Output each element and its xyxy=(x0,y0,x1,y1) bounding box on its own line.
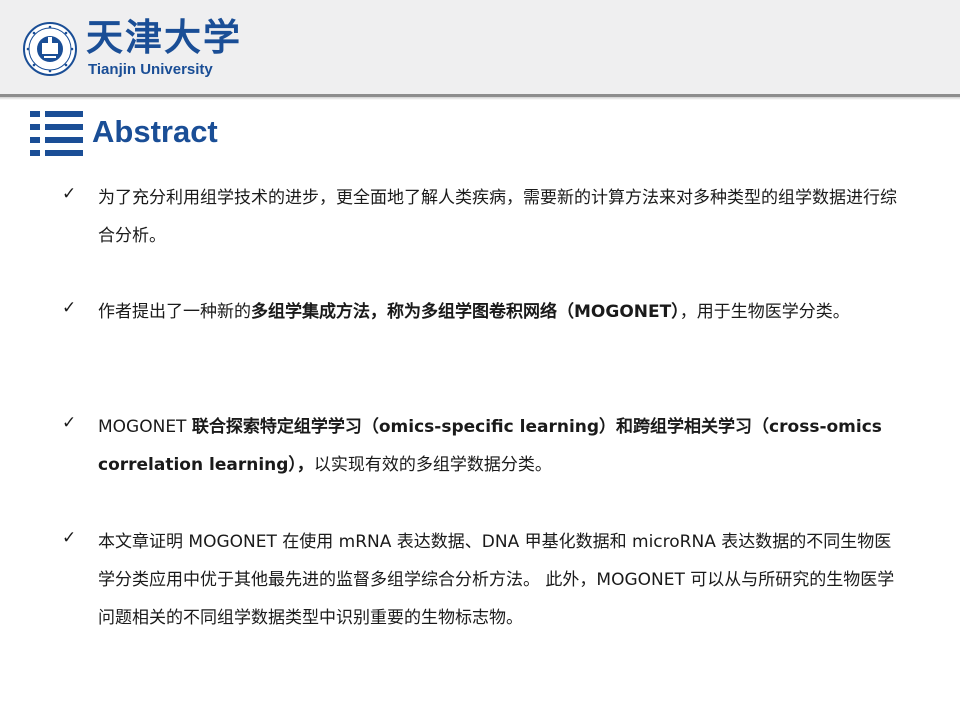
bullet-emphasis-text: 多组学集成方法，称为多组学图卷积网络（MOGONET） xyxy=(251,302,680,322)
bullet-text-run: 作者提出了一种新的 xyxy=(98,302,251,322)
bullet-text: 本文章证明 MOGONET 在使用 mRNA 表达数据、DNA 甲基化数据和 m… xyxy=(98,523,902,637)
bullet-text-run: 为了充分利用组学技术的进步，更全面地了解人类疾病，需要新的计算方法来对多种类型的… xyxy=(98,188,897,246)
bullet-item: ✓ 作者提出了一种新的多组学集成方法，称为多组学图卷积网络（MOGONET），用… xyxy=(62,293,902,331)
header-bar: 天津大学 Tianjin University xyxy=(0,0,960,94)
header-shadow xyxy=(0,97,960,100)
bullet-text: MOGONET 联合探索特定组学学习（omics-specific learni… xyxy=(98,408,902,484)
bullet-text: 为了充分利用组学技术的进步，更全面地了解人类疾病，需要新的计算方法来对多种类型的… xyxy=(98,179,902,255)
bullet-item: ✓ MOGONET 联合探索特定组学学习（omics-specific lear… xyxy=(62,408,902,484)
check-icon: ✓ xyxy=(62,528,77,548)
university-seal-icon xyxy=(23,22,77,76)
bullet-item: ✓ 本文章证明 MOGONET 在使用 mRNA 表达数据、DNA 甲基化数据和… xyxy=(62,523,902,637)
list-title-icon xyxy=(30,111,83,156)
bullet-text-run: MOGONET xyxy=(98,417,192,437)
bullet-text-run: 以实现有效的多组学数据分类。 xyxy=(313,455,552,475)
bullet-item: ✓ 为了充分利用组学技术的进步，更全面地了解人类疾病，需要新的计算方法来对多种类… xyxy=(62,179,902,255)
bullet-text-run: ，用于生物医学分类。 xyxy=(679,302,850,322)
university-logo-english: Tianjin University xyxy=(88,61,213,78)
university-logo-chinese: 天津大学 xyxy=(86,15,242,59)
check-icon: ✓ xyxy=(62,184,77,204)
check-icon: ✓ xyxy=(62,413,77,433)
section-title: Abstract xyxy=(92,114,218,149)
check-icon: ✓ xyxy=(62,298,77,318)
bullet-text-run: 本文章证明 MOGONET 在使用 mRNA 表达数据、DNA 甲基化数据和 m… xyxy=(98,532,895,628)
bullet-text: 作者提出了一种新的多组学集成方法，称为多组学图卷积网络（MOGONET），用于生… xyxy=(98,293,902,331)
